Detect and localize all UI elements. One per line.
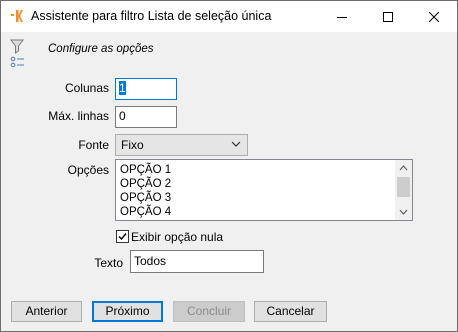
title-bar[interactable]: Assistente para filtro Lista de seleção … [1, 1, 457, 32]
chevron-down-icon [231, 141, 241, 147]
options-label: Opções [67, 163, 109, 177]
finish-button-label: Concluir [186, 304, 231, 318]
checkmark-icon [118, 233, 127, 241]
options-listbox[interactable]: OPÇÃO 1 OPÇÃO 2 OPÇÃO 3 OPÇÃO 4 [115, 159, 413, 221]
options-list: OPÇÃO 1 OPÇÃO 2 OPÇÃO 3 OPÇÃO 4 [116, 160, 412, 219]
wizard-window: Assistente para filtro Lista de seleção … [0, 0, 458, 332]
next-button[interactable]: Próximo [92, 301, 163, 322]
close-icon [429, 11, 439, 22]
filter-icon [10, 39, 24, 68]
options-scrollbar[interactable] [395, 160, 412, 220]
cancel-button-label: Cancelar [266, 304, 315, 318]
window-title: Assistente para filtro Lista de seleção … [31, 9, 272, 23]
option-item[interactable]: OPÇÃO 2 [116, 177, 412, 191]
minimize-button[interactable] [319, 1, 365, 32]
font-select-value: Fixo [121, 138, 144, 152]
app-logo-icon [11, 10, 23, 22]
maximize-icon [383, 11, 393, 22]
columns-input[interactable]: 1 [115, 78, 177, 100]
max-lines-label: Máx. linhas [48, 109, 109, 123]
wizard-content: Configure as opções Colunas 1 Máx. linha… [1, 32, 457, 293]
back-button[interactable]: Anterior [11, 301, 82, 322]
option-item[interactable]: OPÇÃO 3 [116, 191, 412, 205]
scrollbar-thumb[interactable] [397, 177, 410, 197]
close-button[interactable] [411, 1, 457, 32]
font-select[interactable]: Fixo [115, 134, 248, 156]
show-null-label[interactable]: Exibir opção nula [131, 230, 223, 244]
cancel-button[interactable]: Cancelar [254, 301, 327, 322]
scroll-up-icon[interactable] [399, 165, 408, 171]
minimize-icon [337, 16, 347, 18]
maximize-button[interactable] [365, 1, 411, 32]
columns-label: Colunas [64, 81, 109, 95]
scroll-down-icon[interactable] [399, 209, 408, 215]
font-label: Fonte [78, 138, 109, 152]
columns-value: 1 [119, 81, 126, 95]
option-item[interactable]: OPÇÃO 1 [116, 163, 412, 177]
finish-button[interactable]: Concluir [173, 301, 245, 322]
header-caption: Configure as opções [48, 43, 154, 55]
max-lines-input[interactable]: 0 [115, 106, 177, 128]
text-input[interactable]: Todos [130, 250, 264, 273]
text-label: Texto [94, 256, 123, 270]
option-item[interactable]: OPÇÃO 4 [116, 205, 412, 219]
back-button-label: Anterior [25, 304, 68, 318]
next-button-label: Próximo [105, 304, 150, 318]
wizard-footer: Anterior Próximo Concluir Cancelar [1, 293, 457, 331]
show-null-checkbox[interactable] [116, 230, 129, 243]
